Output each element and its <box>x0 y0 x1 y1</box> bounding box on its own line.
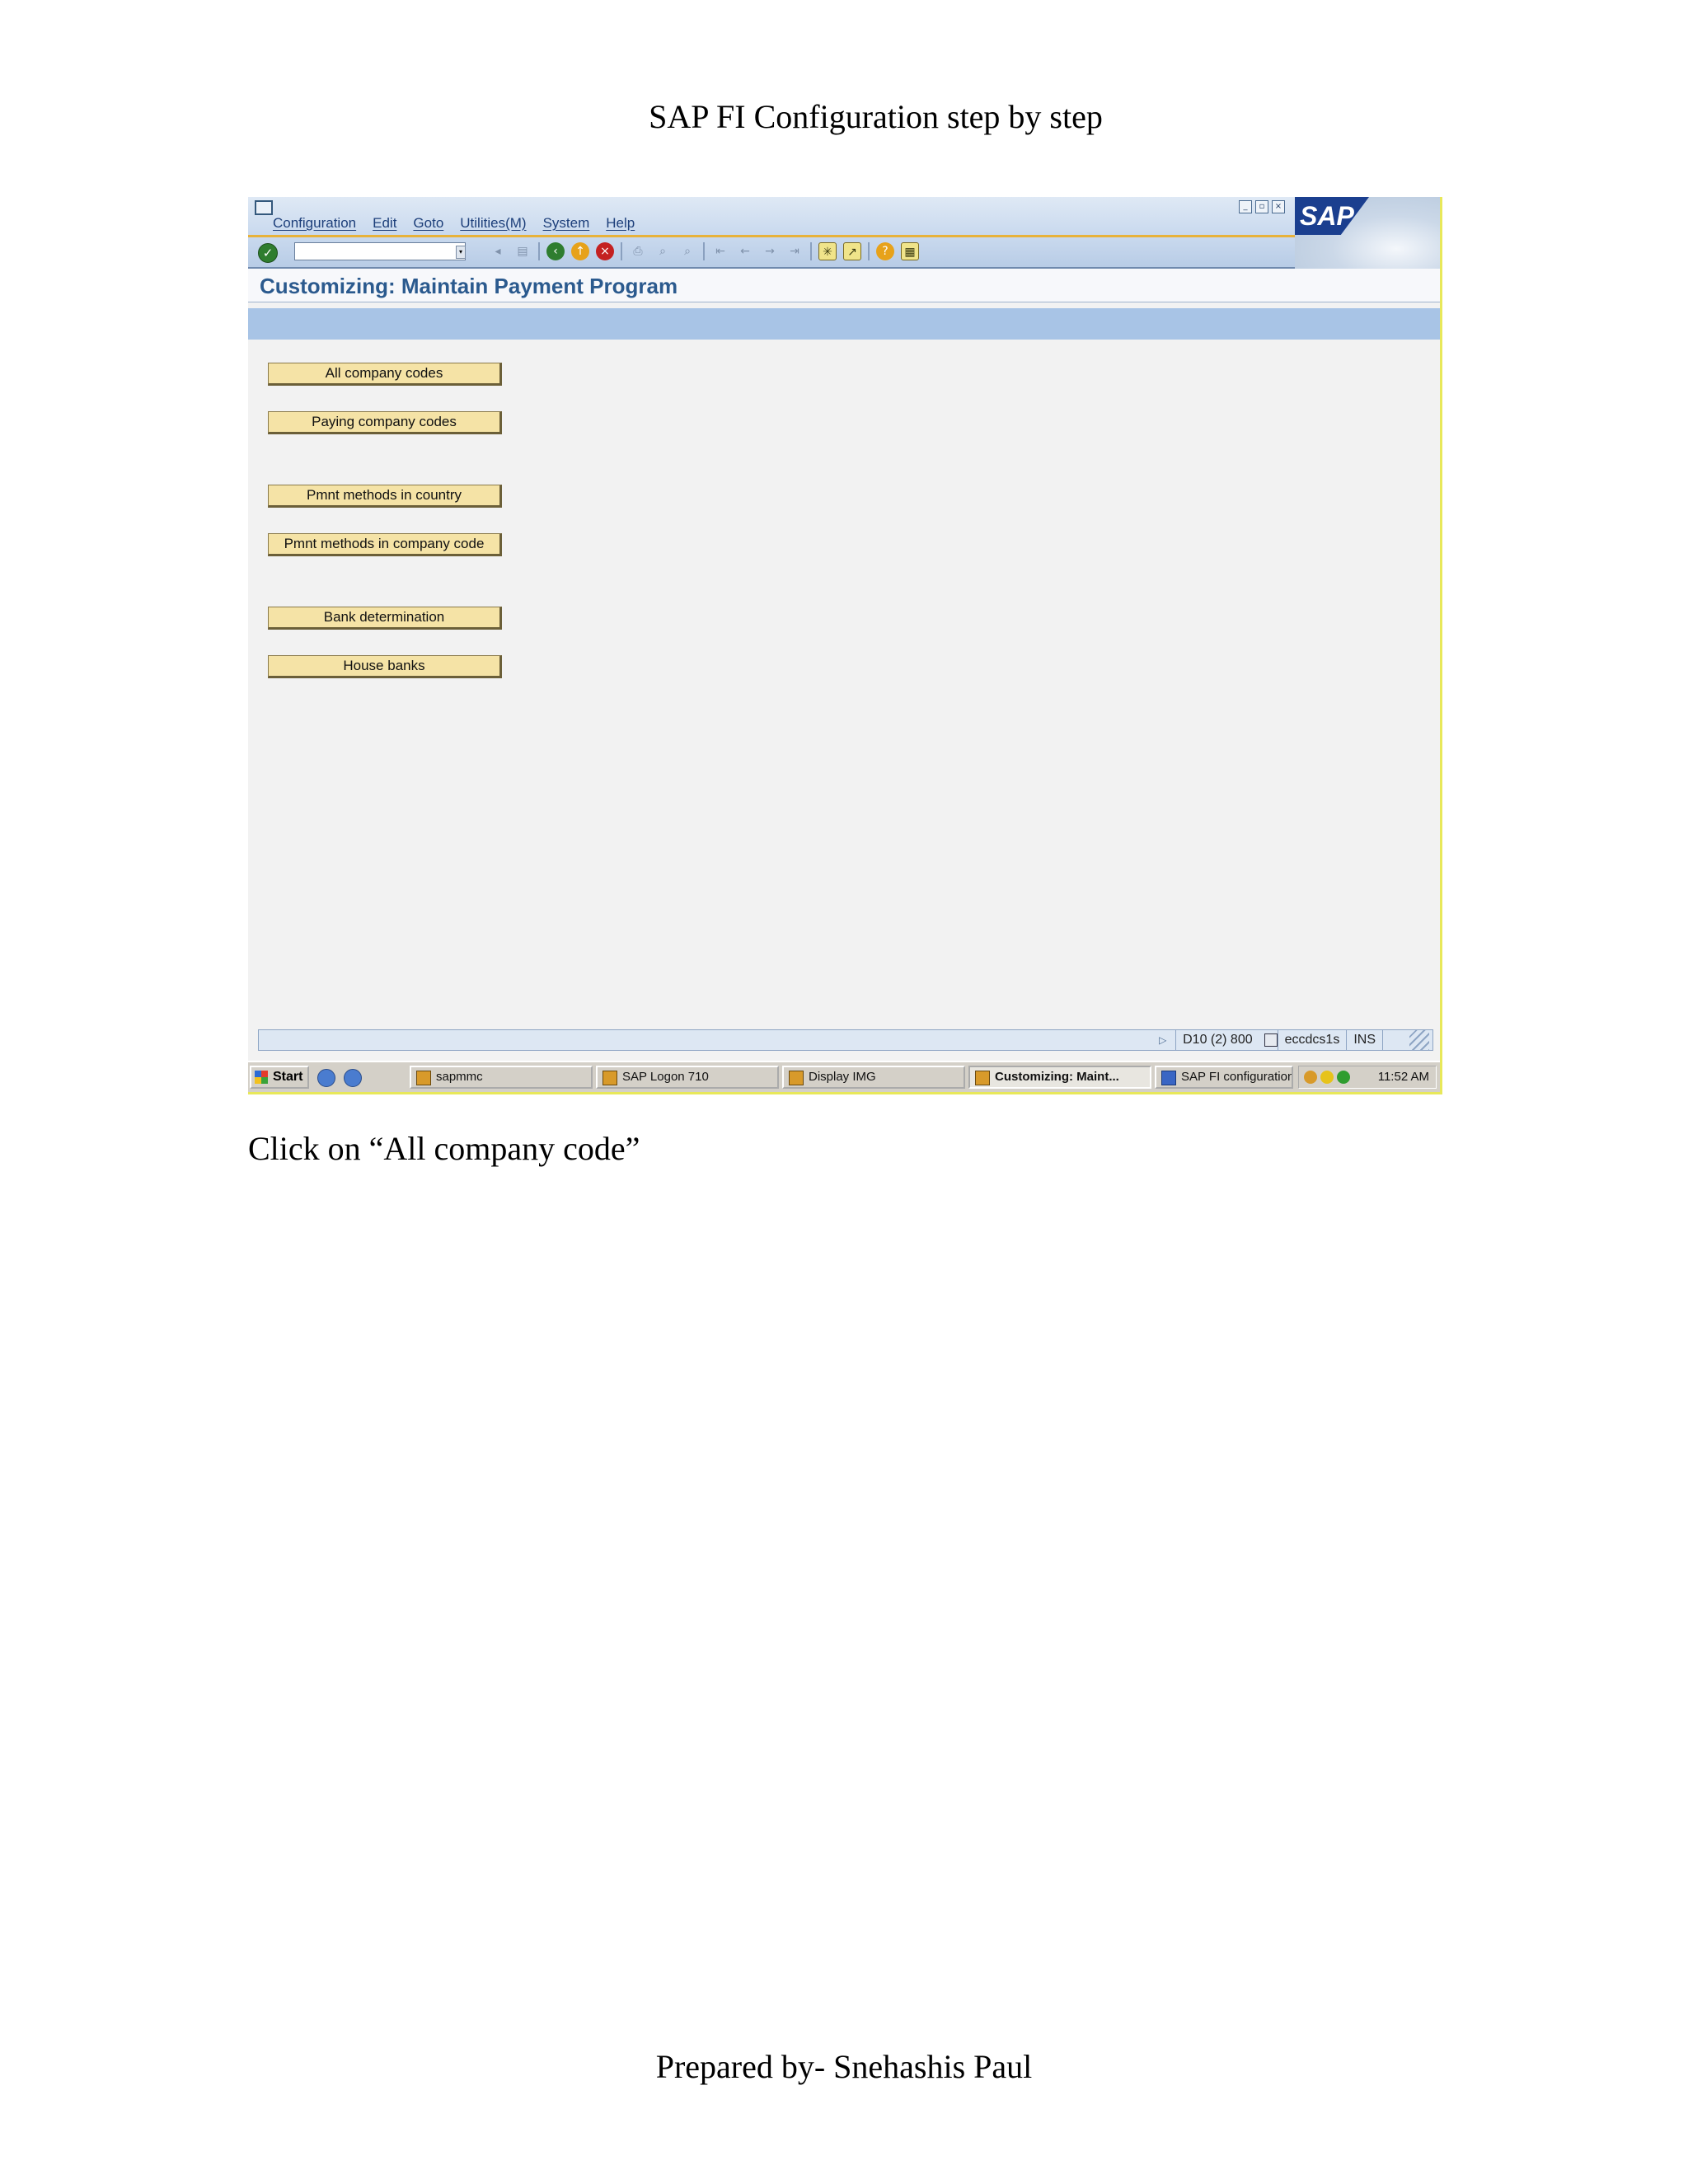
tray-sap-icon[interactable] <box>1304 1071 1317 1084</box>
standard-toolbar: ✓ ▾ ◂ ▤ ‹ ↑ × ⎙ ⌕ ⌕ ⇤ ← → ⇥ ✳ ↗ ? ▦ <box>248 237 1295 269</box>
menu-bar: Configuration Edit Goto Utilities(M) Sys… <box>248 197 1440 237</box>
task-label: SAP Logon 710 <box>622 1070 709 1084</box>
status-empty-field <box>1382 1030 1396 1050</box>
start-button[interactable]: Start <box>250 1066 309 1089</box>
save-icon[interactable]: ▤ <box>513 242 532 260</box>
close-icon[interactable]: × <box>1272 200 1285 213</box>
help-icon[interactable]: ? <box>876 242 894 260</box>
next-page-icon[interactable]: → <box>761 242 779 260</box>
title-bar: Customizing: Maintain Payment Program <box>248 269 1440 302</box>
window-menu-icon[interactable] <box>255 200 273 215</box>
status-mode[interactable]: INS <box>1346 1030 1382 1050</box>
document-header: SAP FI Configuration step by step <box>649 98 1103 135</box>
window-controls: _ ▫ × <box>1239 200 1285 213</box>
windows-logo-icon <box>255 1071 268 1084</box>
sap-screenshot: Configuration Edit Goto Utilities(M) Sys… <box>248 197 1442 1094</box>
enter-check-icon[interactable]: ✓ <box>258 243 278 263</box>
pmnt-methods-company-code-button[interactable]: Pmnt methods in company code <box>268 533 502 556</box>
toolbar-separator <box>703 242 705 260</box>
shortcut-icon[interactable]: ↗ <box>843 242 861 260</box>
last-page-icon[interactable]: ⇥ <box>785 242 804 260</box>
toolbar-separator <box>538 242 540 260</box>
status-bar: ▷ D10 (2) 800 eccdcs1s INS <box>258 1029 1433 1051</box>
document-footer: Prepared by- Snehashis Paul <box>655 2048 1033 2085</box>
task-sapmmc[interactable]: sapmmc <box>410 1066 593 1089</box>
new-session-icon[interactable]: ✳ <box>818 242 837 260</box>
windows-taskbar: Start sapmmc SAP Logon 710 Display IMG C… <box>248 1061 1440 1092</box>
task-label: Display IMG <box>809 1070 876 1084</box>
bank-determination-button[interactable]: Bank determination <box>268 607 502 630</box>
menu-system[interactable]: System <box>543 215 590 232</box>
tray-icons <box>1304 1071 1350 1084</box>
task-sap-logon[interactable]: SAP Logon 710 <box>596 1066 779 1089</box>
application-toolbar <box>248 308 1440 340</box>
house-banks-button[interactable]: House banks <box>268 655 502 678</box>
sapmmc-icon <box>416 1071 431 1085</box>
sap-logon-icon <box>603 1071 617 1085</box>
task-word-doc[interactable]: SAP FI configuration c... <box>1155 1066 1293 1089</box>
restore-icon[interactable]: ▫ <box>1255 200 1268 213</box>
find-icon[interactable]: ⌕ <box>654 242 672 260</box>
menu-goto[interactable]: Goto <box>413 215 443 232</box>
content-area: All company codes Paying company codes P… <box>248 340 1440 1015</box>
pmnt-methods-country-button[interactable]: Pmnt methods in country <box>268 485 502 508</box>
sap-logo: SAP <box>1295 197 1440 271</box>
back-icon[interactable]: ‹ <box>546 242 565 260</box>
first-page-icon[interactable]: ⇤ <box>711 242 729 260</box>
display-img-icon <box>789 1071 804 1085</box>
task-label: sapmmc <box>436 1070 483 1084</box>
menu-items: Configuration Edit Goto Utilities(M) Sys… <box>273 215 635 232</box>
status-fields: ▷ D10 (2) 800 eccdcs1s INS <box>1159 1030 1396 1050</box>
status-system: D10 (2) 800 <box>1175 1030 1259 1050</box>
paying-company-codes-button[interactable]: Paying company codes <box>268 411 502 434</box>
all-company-codes-button[interactable]: All company codes <box>268 363 502 386</box>
menu-utilities[interactable]: Utilities(M) <box>460 215 526 232</box>
layout-menu-icon[interactable]: ▦ <box>901 242 919 260</box>
word-doc-icon <box>1161 1071 1176 1085</box>
page-title: Customizing: Maintain Payment Program <box>260 274 678 298</box>
previous-page-icon[interactable]: ← <box>736 242 754 260</box>
command-field[interactable] <box>294 242 466 260</box>
tray-status-icon[interactable] <box>1337 1071 1350 1084</box>
resize-grip-icon[interactable] <box>1409 1030 1429 1050</box>
print-icon[interactable]: ⎙ <box>629 242 647 260</box>
status-expand-icon[interactable]: ▷ <box>1159 1035 1169 1045</box>
start-label: Start <box>273 1070 303 1084</box>
tray-clock: 11:52 AM <box>1377 1070 1429 1084</box>
menu-configuration[interactable]: Configuration <box>273 215 356 232</box>
quick-launch <box>317 1069 362 1087</box>
menu-help[interactable]: Help <box>606 215 635 232</box>
toolbar-separator <box>621 242 622 260</box>
status-server: eccdcs1s <box>1277 1030 1347 1050</box>
task-label: Customizing: Maint... <box>995 1070 1119 1084</box>
menu-edit[interactable]: Edit <box>373 215 396 232</box>
toolbar-separator <box>810 242 812 260</box>
tray-warning-icon[interactable] <box>1320 1071 1334 1084</box>
task-display-img[interactable]: Display IMG <box>782 1066 965 1089</box>
system-info-icon[interactable] <box>1264 1033 1278 1047</box>
exit-icon[interactable]: ↑ <box>571 242 589 260</box>
task-customizing[interactable]: Customizing: Maint... <box>968 1066 1151 1089</box>
toolbar-separator <box>868 242 870 260</box>
document-caption: Click on “All company code” <box>248 1130 640 1167</box>
history-back-icon[interactable]: ◂ <box>489 242 507 260</box>
cancel-icon[interactable]: × <box>596 242 614 260</box>
task-label: SAP FI configuration c... <box>1181 1070 1293 1084</box>
minimize-icon[interactable]: _ <box>1239 200 1252 213</box>
command-dropdown-icon[interactable]: ▾ <box>456 246 466 259</box>
sap-logo-badge: SAP <box>1295 197 1369 235</box>
customizing-icon <box>975 1071 990 1085</box>
toolbar-icons: ◂ ▤ ‹ ↑ × ⎙ ⌕ ⌕ ⇤ ← → ⇥ ✳ ↗ ? ▦ <box>489 242 919 260</box>
desktop-icon[interactable] <box>317 1069 335 1087</box>
find-next-icon[interactable]: ⌕ <box>678 242 696 260</box>
browser-icon[interactable] <box>344 1069 362 1087</box>
system-tray: 11:52 AM <box>1298 1066 1437 1089</box>
